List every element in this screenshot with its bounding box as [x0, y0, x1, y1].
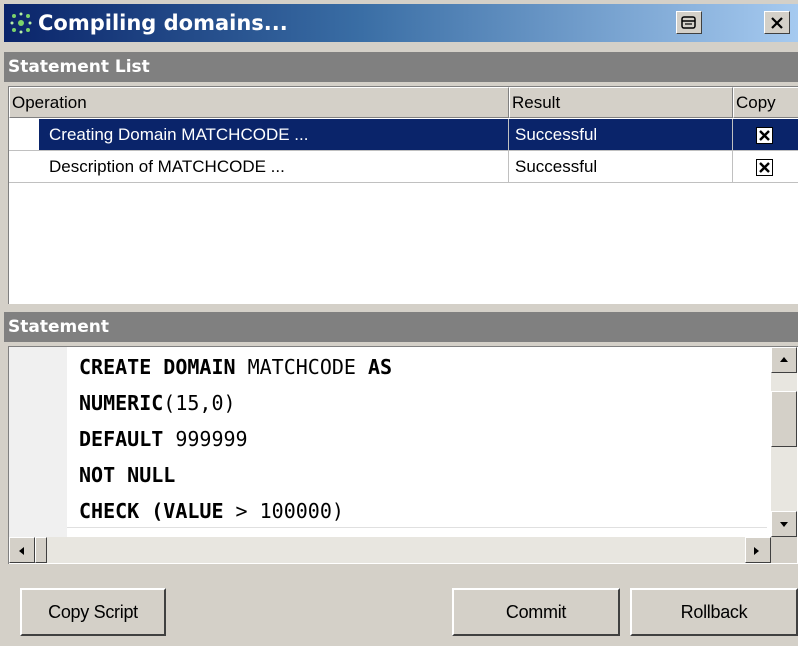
check-x-icon: [759, 162, 770, 173]
sql-keyword: DEFAULT: [79, 427, 176, 451]
operation-cell: Creating Domain MATCHCODE ...: [39, 119, 509, 151]
grid-header: Operation Result Copy: [9, 87, 798, 118]
result-cell: Successful: [509, 151, 733, 183]
scroll-left-button[interactable]: [9, 537, 35, 563]
copy-script-button[interactable]: Copy Script: [20, 588, 166, 636]
arrow-up-icon: [780, 357, 788, 362]
sql-keyword: AS: [368, 355, 393, 379]
copy-cell: [733, 119, 798, 151]
window-title: Compiling domains...: [38, 11, 288, 35]
pin-button[interactable]: [676, 11, 702, 34]
compile-dialog: Compiling domains... Statement List Oper…: [0, 0, 798, 646]
statement-editor[interactable]: CREATE DOMAIN MATCHCODE AS NUMERIC(15,0) D…: [8, 346, 798, 564]
arrow-right-icon: [754, 547, 759, 555]
sql-keyword: CREATE DOMAIN: [79, 355, 248, 379]
code-line: NOT NULL: [79, 457, 392, 493]
scroll-up-button[interactable]: [771, 347, 797, 373]
sql-token: 999999: [175, 427, 248, 451]
column-header-copy[interactable]: Copy: [733, 87, 798, 118]
code-line: CHECK (VALUE > 100000): [79, 493, 392, 529]
copy-cell: [733, 151, 798, 183]
sql-code[interactable]: CREATE DOMAIN MATCHCODE AS NUMERIC(15,0) D…: [79, 349, 392, 529]
vertical-scroll-thumb[interactable]: [771, 391, 797, 447]
scrollbar-corner: [771, 537, 797, 563]
rollback-button[interactable]: Rollback: [630, 588, 798, 636]
table-row[interactable]: Creating Domain MATCHCODE ... Successful: [9, 119, 798, 151]
sql-keyword: CHECK (VALUE: [79, 499, 236, 523]
pin-icon: [681, 16, 696, 29]
statement-list-header: Statement List: [4, 52, 798, 82]
sql-keyword: NOT NULL: [79, 463, 176, 487]
horizontal-scroll-thumb[interactable]: [35, 537, 47, 563]
sql-token: MATCHCODE: [247, 355, 368, 379]
sql-keyword: NUMERIC: [79, 391, 164, 415]
arrow-left-icon: [19, 547, 24, 555]
row-indicator: [9, 151, 39, 183]
check-x-icon: [759, 130, 770, 141]
column-header-operation[interactable]: Operation: [9, 87, 509, 118]
code-line: DEFAULT 999999: [79, 421, 392, 457]
statement-grid: Operation Result Copy Creating Domain MA…: [8, 86, 798, 304]
horizontal-scrollbar[interactable]: [9, 537, 771, 563]
copy-checkbox[interactable]: [756, 127, 773, 144]
code-line: CREATE DOMAIN MATCHCODE AS: [79, 349, 392, 385]
close-icon: [771, 17, 783, 29]
title-bar[interactable]: Compiling domains...: [4, 4, 798, 42]
code-line: NUMERIC(15,0): [79, 385, 392, 421]
network-nodes-icon: [10, 12, 32, 34]
column-header-result[interactable]: Result: [509, 87, 733, 118]
editor-gutter: [9, 347, 67, 537]
arrow-down-icon: [780, 522, 788, 527]
scroll-right-button[interactable]: [745, 537, 771, 563]
editor-line: [67, 527, 767, 528]
row-indicator: [9, 119, 39, 151]
table-row[interactable]: Description of MATCHCODE ... Successful: [9, 151, 798, 183]
operation-cell: Description of MATCHCODE ...: [39, 151, 509, 183]
result-cell: Successful: [509, 119, 733, 151]
copy-checkbox[interactable]: [756, 159, 773, 176]
sql-token: > 100000): [235, 499, 344, 523]
vertical-scrollbar[interactable]: [771, 347, 797, 537]
statement-header: Statement: [4, 312, 798, 342]
sql-token: (15,0): [163, 391, 236, 415]
commit-button[interactable]: Commit: [452, 588, 620, 636]
close-button[interactable]: [764, 11, 790, 34]
scroll-down-button[interactable]: [771, 511, 797, 537]
